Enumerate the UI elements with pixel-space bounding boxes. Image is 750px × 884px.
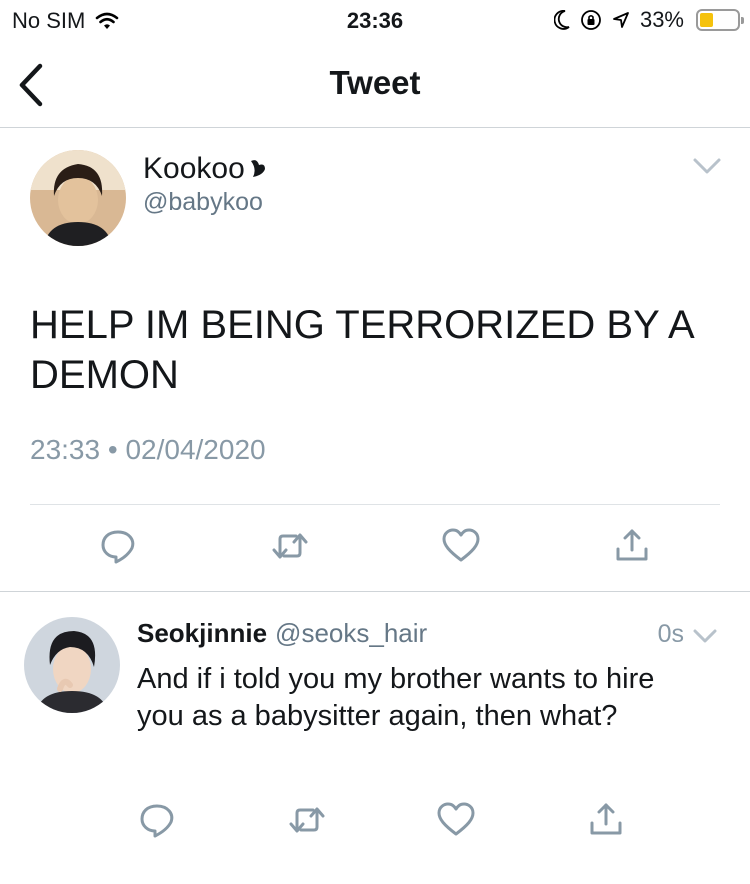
reply-icon[interactable] xyxy=(137,800,177,840)
tweet-timestamp: 23:33 • 02/04/2020 xyxy=(30,434,266,466)
author-name[interactable]: Kookoo xyxy=(143,152,267,186)
chevron-down-icon[interactable] xyxy=(692,628,718,644)
battery-level xyxy=(700,13,714,27)
retweet-icon[interactable] xyxy=(287,800,327,840)
reply-icon[interactable] xyxy=(98,526,138,566)
battery-percent: 33% xyxy=(639,7,684,32)
status-bar-right: 33% xyxy=(553,7,744,33)
battery-icon xyxy=(696,9,744,31)
tweet-date: 02/04/2020 xyxy=(125,434,266,465)
reply-author-name[interactable]: Seokjinnie xyxy=(137,618,267,649)
heart-tilted-icon xyxy=(250,160,265,177)
like-icon[interactable] xyxy=(436,800,476,840)
moon-icon xyxy=(553,10,570,30)
author-avatar[interactable] xyxy=(30,150,126,246)
author-handle: @babykoo xyxy=(143,188,263,216)
reply-header: Seokjinnie @seoks_hair xyxy=(137,618,427,649)
tweet-time: 23:33 xyxy=(30,434,101,465)
nav-bar: Tweet xyxy=(0,42,750,128)
meta-separator: • xyxy=(107,434,118,465)
retweet-icon[interactable] xyxy=(270,526,310,566)
status-bar: No SIM 23:36 33% xyxy=(0,0,750,42)
rotation-lock-icon xyxy=(581,10,601,30)
page-title: Tweet xyxy=(329,64,421,101)
reply-text: And if i told you my brother wants to hi… xyxy=(137,663,655,732)
share-icon[interactable] xyxy=(612,526,652,566)
author-name-text: Kookoo xyxy=(143,152,245,185)
tweet-text: HELP IM BEING TERRORIZED BY A DEMON xyxy=(30,303,693,397)
like-icon[interactable] xyxy=(441,526,481,566)
chevron-down-icon[interactable] xyxy=(692,156,722,176)
reply-author-handle: @seoks_hair xyxy=(275,618,428,648)
reply-avatar[interactable] xyxy=(24,617,120,713)
divider xyxy=(30,504,720,505)
main-tweet: Kookoo @babykoo HELP IM BEING TERRORIZED… xyxy=(0,128,750,592)
reply-tweet[interactable]: Seokjinnie @seoks_hair 0s And if i told … xyxy=(0,593,750,884)
reply-time: 0s xyxy=(657,620,684,648)
battery-tip xyxy=(741,17,744,24)
share-icon[interactable] xyxy=(586,800,626,840)
location-icon xyxy=(613,12,629,28)
